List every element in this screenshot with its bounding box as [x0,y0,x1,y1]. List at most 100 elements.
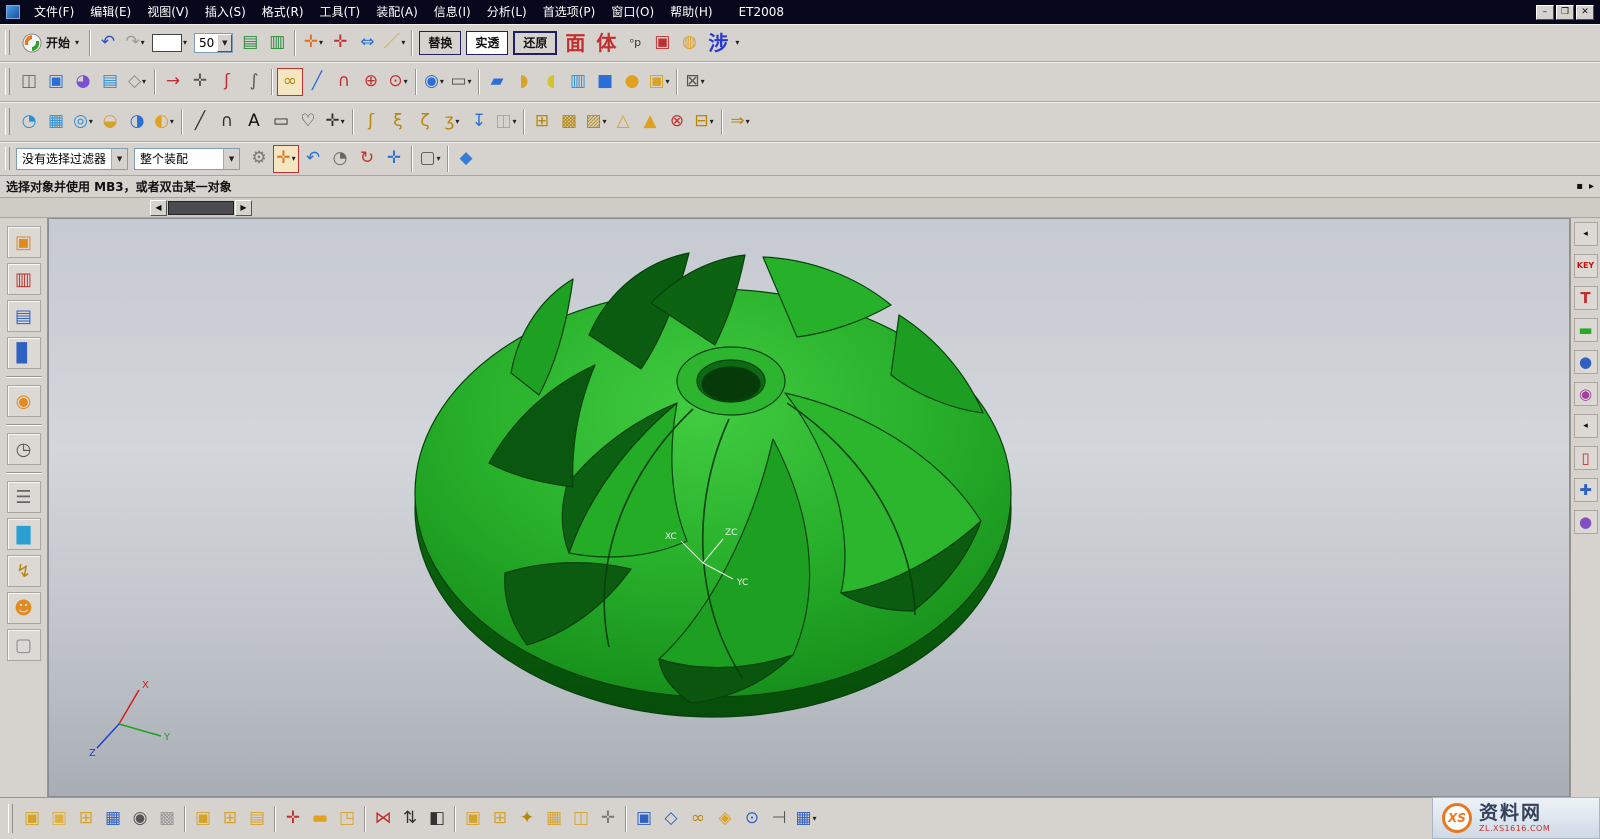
web-browser-icon[interactable]: ◉ [7,385,41,417]
component-window-icon[interactable]: ⊞ [73,805,99,833]
collapse-arrow-icon[interactable]: ◂ [1574,222,1598,246]
spline-curve-icon[interactable]: ʃ [358,108,384,136]
measure-distance-icon[interactable]: ⇔ [354,29,380,57]
camera-icon[interactable]: ◉ [127,805,153,833]
assembly-cut-icon[interactable]: ▣ [631,805,657,833]
delete-body-icon[interactable]: ⊗ [664,108,690,136]
menu-help[interactable]: 帮助(H) [662,0,720,24]
scale-dropdown[interactable]: 50 ▼ [194,33,233,53]
thicken-icon[interactable]: △ [610,108,636,136]
cylinder-icon[interactable]: ● [619,68,645,96]
point-set-icon[interactable]: ✛▾ [322,108,348,136]
menu-edit[interactable]: 编辑(E) [82,0,139,24]
close-button[interactable]: ✕ [1576,5,1594,20]
copy-face-icon[interactable]: ⊟▾ [691,108,717,136]
blue-cross-icon[interactable]: ✚ [1574,478,1598,502]
sheet-body-icon[interactable]: ▤ [97,68,123,96]
gray-part-icon[interactable]: ▩ [154,805,180,833]
component-group-icon[interactable]: ▣ [460,805,486,833]
scroll-left-button[interactable]: ◀ [150,200,167,216]
info-icon[interactable]: ⊙ [739,805,765,833]
offset-face-icon[interactable]: ▨▾ [583,108,609,136]
display-mode-dropdown[interactable]: ▾ [152,34,187,52]
check-clearance-icon[interactable]: ▦ [100,805,126,833]
sphere-body-icon[interactable]: ◕ [70,68,96,96]
polygon-icon[interactable]: ♡ [295,108,321,136]
new-component-icon[interactable]: ⊞ [217,805,243,833]
patch-body-icon[interactable]: ▩ [556,108,582,136]
joint-icon[interactable]: ✛ [595,805,621,833]
body-button[interactable]: 体 [591,33,621,53]
layer-visible-icon[interactable]: ▥ [264,29,290,57]
operation-navigator-icon[interactable]: ▊ [7,337,41,369]
red-cube-icon[interactable]: ▣ [649,29,675,57]
view-layout-icon[interactable]: ◫ [16,68,42,96]
point-constructor-icon[interactable]: ✛ [327,29,353,57]
diamond-icon[interactable]: ◈ [712,805,738,833]
sew-icon[interactable]: ⊞ [529,108,555,136]
line-icon[interactable]: ╱ [304,68,330,96]
block-icon[interactable]: ■ [592,68,618,96]
history-icon[interactable]: ◷ [7,433,41,465]
marquee-select-icon[interactable]: ▢▾ [417,145,443,173]
circle-icon[interactable]: ⊕ [358,68,384,96]
palette-balls-icon[interactable]: ◉ [1574,382,1598,406]
tool-post-icon[interactable]: T [1574,286,1598,310]
line-curve-icon[interactable]: ╱ [187,108,213,136]
face-button[interactable]: 面 [560,33,590,53]
gears-icon[interactable]: ⚙ [246,145,272,173]
dock-button[interactable]: ▪ [1576,181,1583,192]
menu-view[interactable]: 视图(V) [139,0,197,24]
wave-link-icon[interactable]: ◇ [658,805,684,833]
sheet-icon[interactable]: ▥ [565,68,591,96]
explode-icon[interactable]: ⊞ [487,805,513,833]
arc-icon[interactable]: ∩ [331,68,357,96]
menu-preferences[interactable]: 首选项(P) [535,0,604,24]
find-component-icon[interactable]: ▣ [19,805,45,833]
purple-ball-icon[interactable]: ● [1574,510,1598,534]
rectangle-icon[interactable]: ▭ [268,108,294,136]
snap-point-enable-icon[interactable]: ✛▾ [273,145,299,173]
menu-format[interactable]: 格式(R) [254,0,312,24]
join-curve-icon[interactable]: ∞ [277,68,303,96]
undo-icon[interactable]: ↶ [95,29,121,57]
start-button[interactable]: 开始 ▾ [16,31,85,55]
redo-icon[interactable]: ↷▾ [122,29,148,57]
split-icon[interactable]: ⇅ [397,805,423,833]
section-surface-icon[interactable]: ◑ [124,108,150,136]
mirror-assembly-icon[interactable]: ⋈ [370,805,396,833]
sweep-icon[interactable]: ◖ [538,68,564,96]
visual-reports-icon[interactable]: ↯ [7,555,41,587]
spline-icon[interactable]: ʃ [214,68,240,96]
bridge-curve-icon[interactable]: ʒ▾ [439,108,465,136]
extrude-icon[interactable]: ▰ [484,68,510,96]
scroll-thumb[interactable] [168,201,234,215]
add-component-icon[interactable]: ▣ [190,805,216,833]
move-origin-icon[interactable]: ✛ [280,805,306,833]
revolve-icon[interactable]: ◗ [511,68,537,96]
transform-icon[interactable]: ◳ [334,805,360,833]
align-icon[interactable]: ◧ [424,805,450,833]
arrangements-icon[interactable]: ◫ [568,805,594,833]
touch-panel-icon[interactable]: ▢ [7,629,41,661]
cop-icon[interactable]: ᵒp [622,29,648,57]
constraint-navigator-icon[interactable]: ▥ [7,263,41,295]
green-stack-icon[interactable]: ▬ [1574,318,1598,342]
law-curve-icon[interactable]: ζ [412,108,438,136]
replace-display-button[interactable]: 替换 [419,31,461,55]
boolean-icon[interactable]: ◉▾ [421,68,447,96]
open-component-icon[interactable]: ▣ [46,805,72,833]
selection-filter-dropdown[interactable]: 没有选择过滤器 ▼ [16,148,128,170]
pattern-component-icon[interactable]: ▤ [244,805,270,833]
she-button[interactable]: 涉 [703,33,733,53]
swept-surface-icon[interactable]: ◒ [97,108,123,136]
wrench-icon[interactable]: ✦ [514,805,540,833]
iso-view-cube-icon[interactable]: ◆ [453,145,479,173]
boss-icon[interactable]: ▣▾ [646,68,672,96]
menu-file[interactable]: 文件(F) [26,0,82,24]
ruler-icon[interactable]: ／▾ [381,29,407,57]
mesh-surface-icon[interactable]: ▦ [43,108,69,136]
impeller-model[interactable]: YC ZC XC [393,241,1038,741]
table-icon[interactable]: ▦▾ [793,805,819,833]
yellow-bar-icon[interactable]: ▬ [307,805,333,833]
